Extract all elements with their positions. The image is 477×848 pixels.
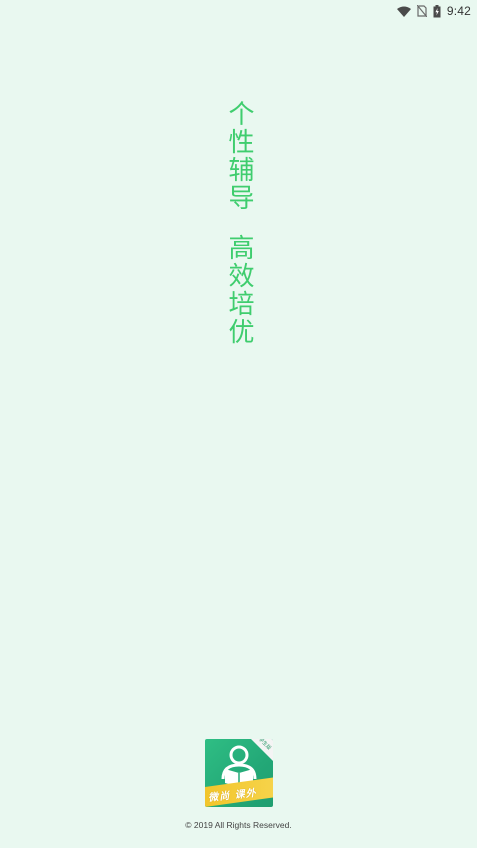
slogan: 个性辅导 高效培优: [223, 100, 255, 346]
app-logo: 学生版 微尚 课外: [205, 739, 273, 807]
battery-charging-icon: [433, 4, 441, 18]
copyright-text: © 2019 All Rights Reserved.: [185, 820, 292, 830]
slogan-line-1: 个性辅导: [224, 100, 254, 212]
slogan-line-2: 高效培优: [224, 234, 254, 346]
wifi-icon: [396, 6, 411, 17]
no-sim-icon: [416, 5, 427, 17]
status-time: 9:42: [446, 4, 471, 18]
status-bar: 9:42: [0, 0, 477, 22]
status-icons: 9:42: [396, 3, 471, 19]
